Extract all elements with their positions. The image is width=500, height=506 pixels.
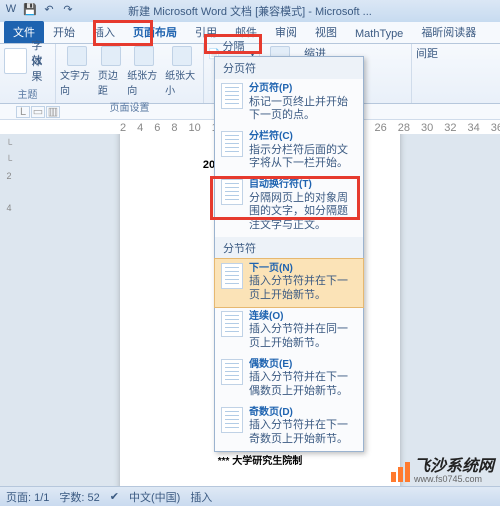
vt-box-2[interactable]: ▭ [31, 106, 45, 118]
tab-insert[interactable]: 插入 [84, 21, 124, 43]
ribbon-group-themes: 字体 效果 主题 [0, 44, 56, 103]
ribbon-group-page-setup: 文字方向 页边距 纸张方向 纸张大小 页面设置 [56, 44, 204, 103]
status-bar: 页面: 1/1 字数: 52 ✔ 中文(中国) 插入 [0, 486, 500, 506]
watermark-name: 飞沙系统网 [414, 459, 494, 475]
site-watermark: 飞沙系统网 www.fs0745.com [391, 459, 494, 484]
spacing-heading: 间距 [416, 45, 438, 61]
tab-review[interactable]: 审阅 [266, 21, 306, 43]
margins-label: 页边距 [98, 67, 123, 97]
even-page-icon [221, 359, 243, 385]
dd-item-column-break[interactable]: 分栏符(C)指示分栏符后面的文字将从下一栏开始。 [215, 127, 363, 175]
tab-page-layout[interactable]: 页面布局 [124, 21, 186, 43]
text-direction-label: 文字方向 [60, 67, 94, 97]
status-insert-mode[interactable]: 插入 [190, 489, 212, 505]
dd-item-even-page[interactable]: 偶数页(E)插入分节符并在下一偶数页上开始新节。 [215, 355, 363, 403]
group-label-themes: 主题 [4, 86, 51, 101]
ribbon-tabs: 文件 开始 插入 页面布局 引用 邮件 审阅 视图 MathType 福昕阅读器 [0, 22, 500, 44]
vt-box-3[interactable]: ▥ [46, 106, 60, 118]
odd-page-icon [221, 407, 243, 433]
margins-icon[interactable] [101, 46, 121, 66]
text-direction-icon[interactable] [67, 46, 87, 66]
watermark-url: www.fs0745.com [414, 475, 494, 484]
orientation-icon[interactable] [134, 46, 154, 66]
status-page[interactable]: 页面: 1/1 [6, 489, 49, 505]
continuous-icon [221, 311, 243, 337]
undo-icon[interactable]: ↶ [42, 2, 56, 16]
status-proofing-icon[interactable]: ✔ [110, 490, 119, 503]
title-bar: W 💾 ↶ ↷ 新建 Microsoft Word 文档 [兼容模式] - Mi… [0, 0, 500, 22]
dd-section-page-breaks: 分页符 [215, 57, 363, 79]
ribbon-group-spacing: 间距 [412, 44, 472, 103]
quick-access-toolbar: W 💾 ↶ ↷ [4, 2, 75, 16]
word-icon: W [4, 2, 18, 16]
tab-view[interactable]: 视图 [306, 21, 346, 43]
tab-references[interactable]: 引用 [186, 21, 226, 43]
effects-button[interactable]: 效果 [31, 61, 51, 75]
page-imprint: *** 大学研究生院制 [150, 452, 370, 467]
dd-item-text-wrap[interactable]: 自动换行符(T)分隔网页上的对象周围的文字，如分隔题注文字与正文。 [215, 175, 363, 237]
vertical-ruler: └└24 [2, 136, 16, 216]
tab-mathtype[interactable]: MathType [346, 25, 412, 43]
next-page-icon [221, 263, 243, 289]
themes-icon[interactable] [4, 48, 27, 74]
status-words[interactable]: 字数: 52 [59, 489, 99, 505]
group-label-page-setup: 页面设置 [60, 99, 199, 114]
page-break-icon [221, 83, 243, 109]
dd-item-next-page[interactable]: 下一页(N)插入分节符并在下一页上开始新节。 [215, 259, 363, 307]
dd-item-odd-page[interactable]: 奇数页(D)插入分节符并在下一奇数页上开始新节。 [215, 403, 363, 451]
watermark-bars-icon [391, 462, 410, 482]
vt-box-1[interactable]: L [16, 106, 30, 118]
dd-section-section-breaks: 分节符 [215, 237, 363, 259]
text-wrap-icon [221, 179, 243, 205]
tab-foxit[interactable]: 福昕阅读器 [412, 21, 485, 43]
column-break-icon [221, 131, 243, 157]
orientation-label: 纸张方向 [127, 67, 161, 97]
save-icon[interactable]: 💾 [23, 2, 37, 16]
dd-item-continuous[interactable]: 连续(O)插入分节符并在同一页上开始新节。 [215, 307, 363, 355]
window-title: 新建 Microsoft Word 文档 [兼容模式] - Microsoft … [128, 3, 372, 19]
redo-icon[interactable]: ↷ [61, 2, 75, 16]
breaks-dropdown: 分页符 分页符(P)标记一页终止并开始下一页的点。 分栏符(C)指示分栏符后面的… [214, 56, 364, 452]
dd-item-page-break[interactable]: 分页符(P)标记一页终止并开始下一页的点。 [215, 79, 363, 127]
size-label: 纸张大小 [165, 67, 199, 97]
status-language[interactable]: 中文(中国) [129, 489, 180, 505]
size-icon[interactable] [172, 46, 192, 66]
